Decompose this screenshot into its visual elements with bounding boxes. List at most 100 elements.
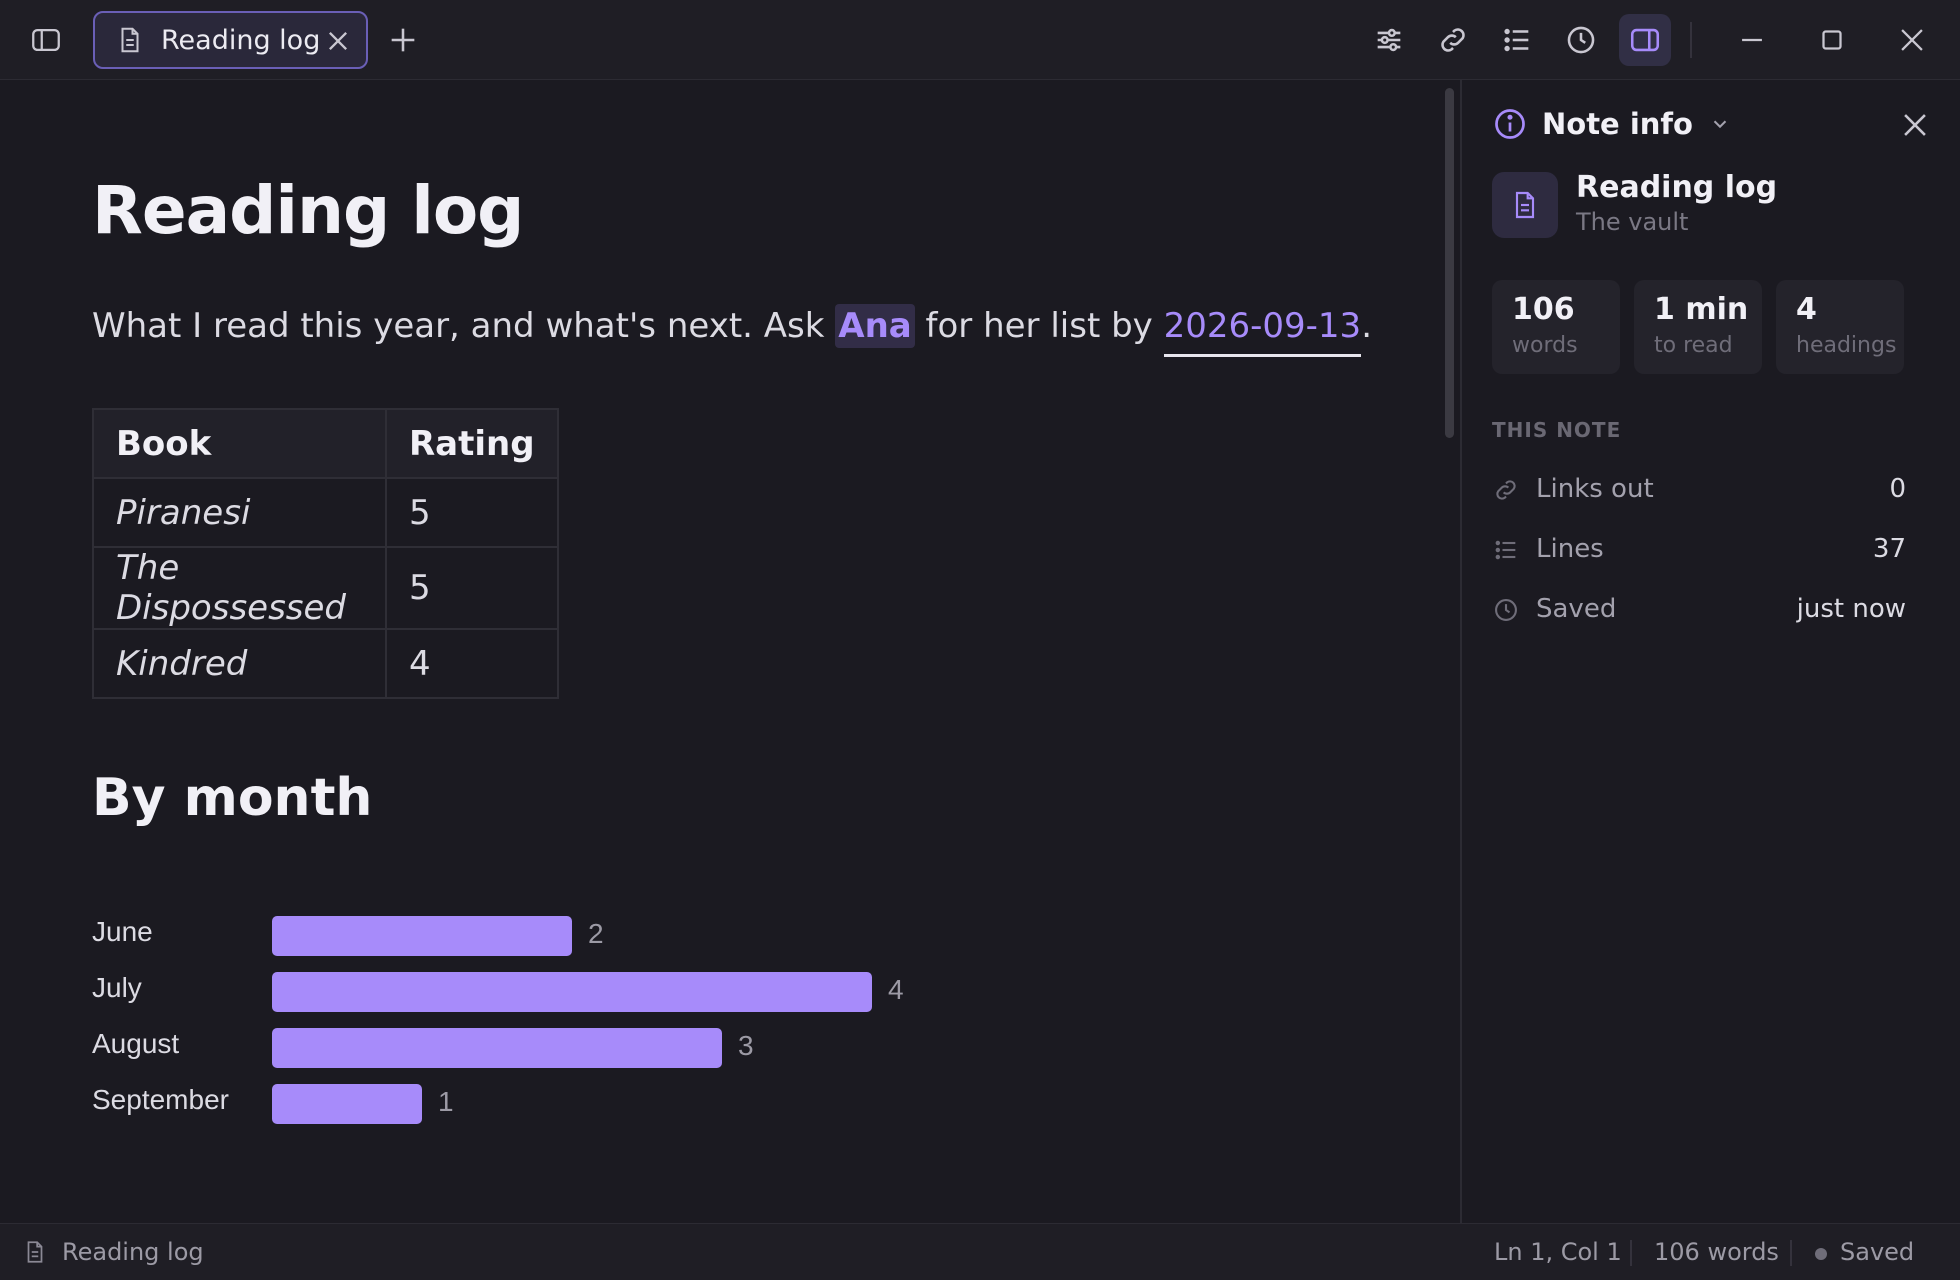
right-panel-toggle-button[interactable] (1619, 14, 1671, 66)
document-icon (1515, 191, 1535, 219)
stat-value: 1 min (1654, 292, 1749, 327)
editor-scrollbar[interactable] (1445, 88, 1454, 438)
stats-row: 106 words 1 min to read 4 headings (1492, 280, 1904, 374)
chart-value-label: 4 (888, 974, 904, 1005)
right-panel-icon (1630, 28, 1660, 52)
title-bar: Reading log (0, 0, 1960, 80)
property-label: Links out (1536, 474, 1654, 504)
panel-title: Note info (1542, 107, 1693, 141)
table-row: The Dispossessed 5 (92, 546, 559, 630)
list-icon (1495, 540, 1516, 560)
minimize-icon (1742, 38, 1762, 42)
outline-list-icon (1504, 28, 1529, 52)
book-cell: Kindred (92, 628, 387, 699)
toolbar-divider (1690, 22, 1692, 58)
chart-value-label: 2 (588, 918, 604, 949)
document-icon (121, 27, 139, 53)
table-header-row: Book Rating (92, 408, 559, 479)
table-row: Piranesi 5 (92, 477, 559, 548)
stat-value: 106 (1512, 292, 1575, 327)
panel-close-icon[interactable] (1898, 108, 1932, 142)
status-divider (1630, 1240, 1632, 1266)
note-title: Reading log (92, 172, 524, 249)
chart-bar (272, 1028, 722, 1068)
sliders-icon (1377, 28, 1401, 52)
column-header-book: Book (92, 408, 387, 479)
mention-ana[interactable]: Ana (835, 304, 915, 348)
properties-button[interactable] (1363, 14, 1415, 66)
property-saved: Saved just now (1492, 590, 1906, 634)
chart-row: July 4 (92, 970, 992, 1014)
new-tab-button[interactable] (377, 14, 429, 66)
clock-icon (1495, 599, 1517, 621)
info-icon (1495, 109, 1525, 139)
property-value: 0 (1889, 474, 1906, 504)
stat-label: to read (1654, 333, 1733, 358)
rating-cell: 5 (385, 546, 559, 630)
link-icon (1441, 28, 1465, 52)
stat-card-reading-time: 1 min to read (1634, 280, 1762, 374)
book-cell: The Dispossessed (92, 546, 387, 630)
books-table: Book Rating Piranesi 5 The Dispossessed … (92, 408, 559, 699)
property-label: Lines (1536, 534, 1604, 564)
note-info-panel: Note info Reading log The vault 106 word… (1462, 80, 1960, 1223)
word-count[interactable]: 106 words (1654, 1238, 1779, 1266)
outline-button[interactable] (1491, 14, 1543, 66)
links-button[interactable] (1427, 14, 1479, 66)
minimize-button[interactable] (1726, 14, 1778, 66)
property-links-out: Links out 0 (1492, 470, 1906, 514)
vault-name: The vault (1576, 208, 1689, 236)
history-button[interactable] (1555, 14, 1607, 66)
stat-card-headings: 4 headings (1776, 280, 1904, 374)
maximize-button[interactable] (1806, 14, 1858, 66)
section-label: THIS NOTE (1492, 418, 1622, 442)
chart-bar (272, 916, 572, 956)
tab-close-icon[interactable] (324, 27, 352, 55)
status-divider (1790, 1240, 1792, 1266)
note-name: Reading log (1576, 170, 1778, 205)
tab-label: Reading log (161, 24, 321, 56)
chart-category-label: September (92, 1084, 229, 1115)
maximize-icon (1822, 30, 1842, 50)
intro-text-mid: for her list by (914, 306, 1164, 346)
panel-header[interactable]: Note info (1492, 106, 1731, 142)
stat-label: words (1512, 333, 1578, 358)
monthly-bar-chart: June 2 July 4 August 3 September 1 (92, 900, 992, 1140)
chart-row: September 1 (92, 1082, 992, 1126)
stat-label: headings (1796, 333, 1897, 358)
property-value: 37 (1872, 534, 1906, 564)
book-cell: Piranesi (92, 477, 387, 548)
column-header-rating: Rating (385, 408, 559, 479)
stat-card-words: 106 words (1492, 280, 1620, 374)
save-status: Saved (1840, 1238, 1915, 1266)
chevron-down-icon[interactable] (1709, 113, 1731, 135)
chart-category-label: July (92, 972, 142, 1003)
stat-value: 4 (1796, 292, 1817, 327)
sidebar-toggle-button[interactable] (20, 14, 72, 66)
status-bar: Reading log Ln 1, Col 1 106 words Saved (0, 1223, 1960, 1280)
sidebar-toggle-icon (32, 28, 60, 52)
section-heading: By month (92, 768, 373, 828)
window-close-button[interactable] (1886, 14, 1938, 66)
chart-category-label: June (92, 916, 153, 947)
tab-reading-log[interactable]: Reading log (93, 11, 368, 69)
chart-bar (272, 972, 872, 1012)
chart-row: June 2 (92, 914, 992, 958)
chart-bar (272, 1084, 422, 1124)
chart-category-label: August (92, 1028, 180, 1059)
date-link[interactable]: 2026-09-13 (1163, 306, 1362, 357)
plus-icon (391, 28, 415, 52)
link-icon (1496, 480, 1516, 500)
save-status-dot (1815, 1248, 1827, 1260)
note-icon-box (1492, 172, 1558, 238)
history-clock-icon (1567, 26, 1595, 54)
rating-cell: 4 (385, 628, 559, 699)
chart-row: August 3 (92, 1026, 992, 1070)
status-file-name: Reading log (62, 1238, 204, 1266)
chart-value-label: 1 (438, 1086, 454, 1117)
cursor-position[interactable]: Ln 1, Col 1 (1494, 1238, 1622, 1266)
close-icon (1901, 29, 1923, 51)
property-value: just now (1796, 594, 1906, 624)
document-icon (27, 1241, 43, 1263)
table-row: Kindred 4 (92, 628, 559, 699)
